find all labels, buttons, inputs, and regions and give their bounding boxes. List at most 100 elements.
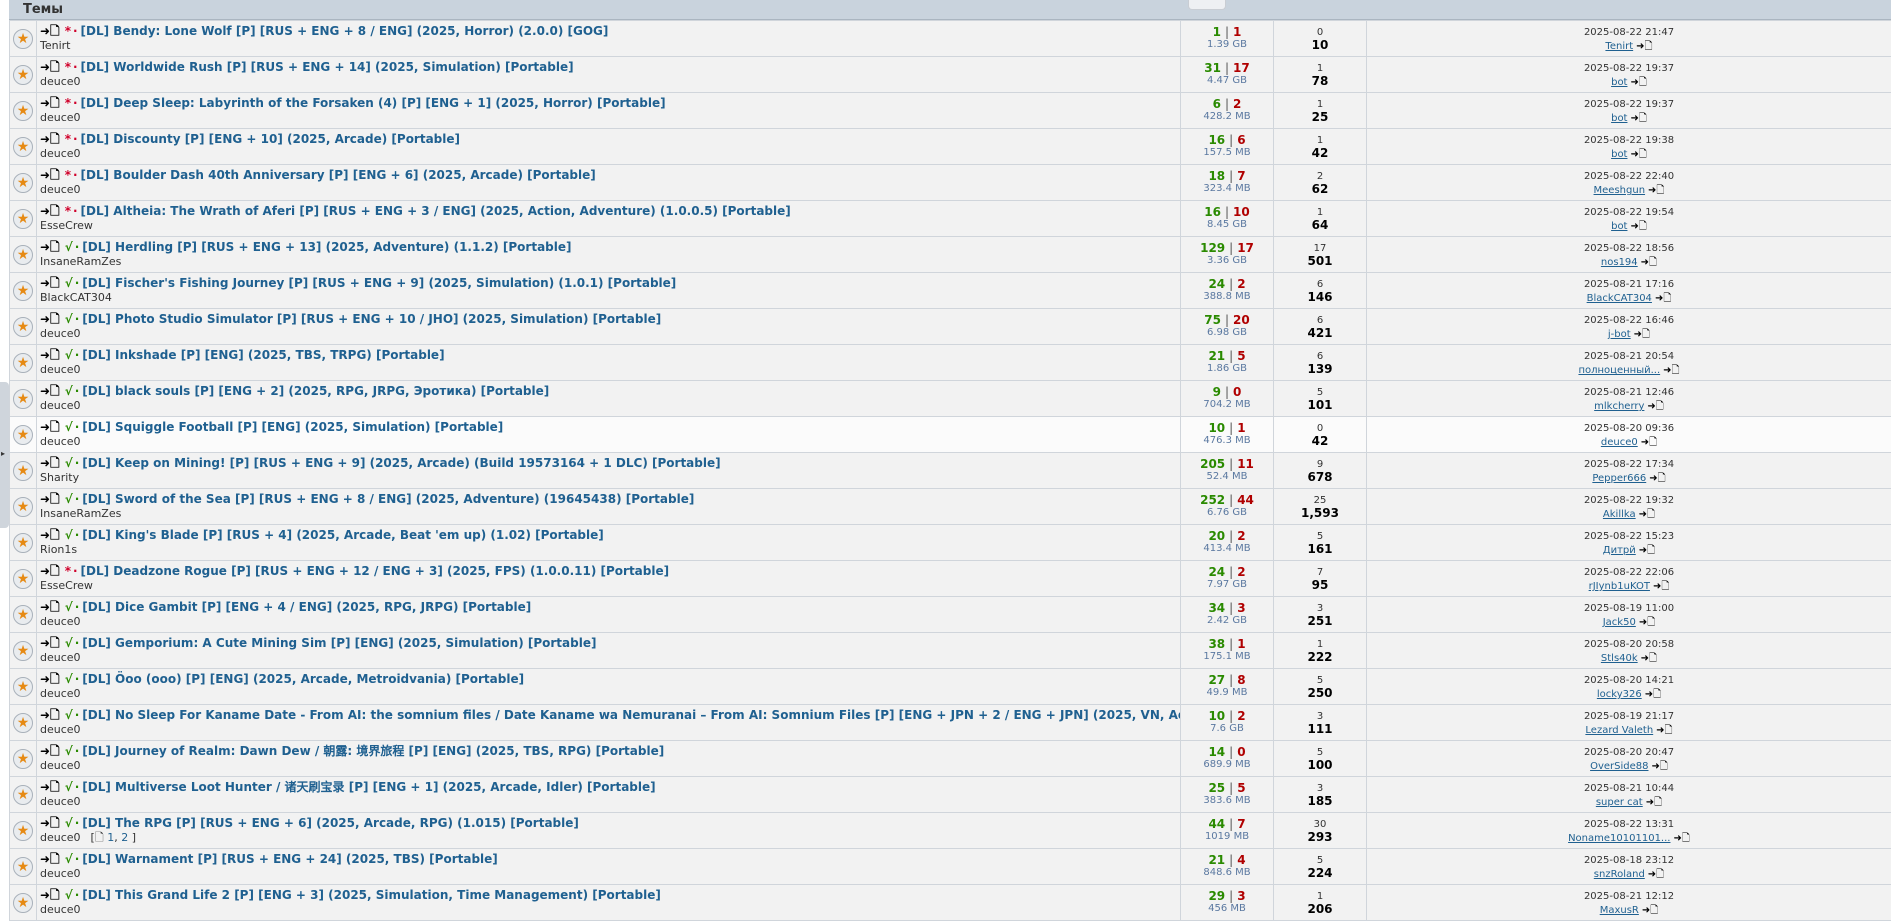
topic-title-link[interactable]: [DL] Herdling [P] [RUS + ENG + 13] (2025… — [82, 240, 571, 254]
download-arrow-icon[interactable]: ➜🗋 — [40, 168, 60, 182]
last-post-user[interactable]: nos194 — [1601, 257, 1638, 268]
download-arrow-icon[interactable]: ➜🗋 — [40, 708, 60, 722]
topic-title-link[interactable]: [DL] Öoo (ooo) [P] [ENG] (2025, Arcade, … — [82, 672, 524, 686]
download-arrow-icon[interactable]: ➜🗋 — [40, 132, 60, 146]
download-arrow-icon[interactable]: ➜🗋 — [40, 888, 60, 902]
last-post-user[interactable]: bot — [1611, 77, 1627, 88]
last-post-user[interactable]: locky326 — [1597, 689, 1642, 700]
topic-title-link[interactable]: [DL] Keep on Mining! [P] [RUS + ENG + 9]… — [82, 456, 720, 470]
download-arrow-icon[interactable]: ➜🗋 — [40, 384, 60, 398]
page-link[interactable]: 1 — [107, 831, 114, 844]
topic-author[interactable]: Sharity — [40, 471, 79, 484]
goto-last-post-icon[interactable]: ➜🗋 — [1630, 221, 1646, 232]
download-arrow-icon[interactable]: ➜🗋 — [40, 24, 60, 38]
topic-author[interactable]: deuce0 — [40, 75, 81, 88]
goto-last-post-icon[interactable]: ➜🗋 — [1641, 257, 1657, 268]
topic-row[interactable]: ★ ➜🗋*·[DL] Discounty [P] [ENG + 10] (202… — [10, 129, 1891, 165]
topic-title-link[interactable]: [DL] Multiverse Loot Hunter / 诸天刷宝录 [P] … — [82, 780, 655, 794]
topic-row[interactable]: ★ ➜🗋√·[DL] Gemporium: A Cute Mining Sim … — [10, 633, 1891, 669]
topic-title-link[interactable]: [DL] Deadzone Rogue [P] [RUS + ENG + 12 … — [81, 564, 670, 578]
topic-author[interactable]: deuce0 — [40, 867, 81, 880]
goto-last-post-icon[interactable]: ➜🗋 — [1642, 905, 1658, 916]
topic-title-link[interactable]: [DL] Warnament [P] [RUS + ENG + 24] (202… — [82, 852, 498, 866]
topic-row[interactable]: ★ ➜🗋√·[DL] No Sleep For Kaname Date - Fr… — [10, 705, 1891, 741]
topic-author[interactable]: deuce0 — [40, 615, 81, 628]
topic-title-link[interactable]: [DL] Worldwide Rush [P] [RUS + ENG + 14]… — [81, 60, 574, 74]
topic-author[interactable]: deuce0 — [40, 147, 81, 160]
topic-title-link[interactable]: [DL] Gemporium: A Cute Mining Sim [P] [E… — [82, 636, 596, 650]
topic-title-link[interactable]: [DL] Squiggle Football [P] [ENG] (2025, … — [82, 420, 503, 434]
topic-author[interactable]: deuce0 — [40, 759, 81, 772]
goto-last-post-icon[interactable]: ➜🗋 — [1630, 149, 1646, 160]
last-post-user[interactable]: j-bot — [1608, 329, 1631, 340]
topic-title-link[interactable]: [DL] black souls [P] [ENG + 2] (2025, RP… — [82, 384, 549, 398]
topic-author[interactable]: deuce0 — [40, 327, 81, 340]
download-arrow-icon[interactable]: ➜🗋 — [40, 96, 60, 110]
goto-last-post-icon[interactable]: ➜🗋 — [1651, 761, 1667, 772]
last-post-user[interactable]: MaxusR — [1600, 905, 1639, 916]
download-arrow-icon[interactable]: ➜🗋 — [40, 204, 60, 218]
topic-row[interactable]: ★ ➜🗋√·[DL] King's Blade [P] [RUS + 4] (2… — [10, 525, 1891, 561]
topic-row[interactable]: ★ ➜🗋√·[DL] Journey of Realm: Dawn Dew / … — [10, 741, 1891, 777]
goto-last-post-icon[interactable]: ➜🗋 — [1641, 437, 1657, 448]
last-post-user[interactable]: Stls40k — [1601, 653, 1638, 664]
last-post-user[interactable]: bot — [1611, 149, 1627, 160]
topic-row[interactable]: ★ ➜🗋√·[DL] Fischer's Fishing Journey [P]… — [10, 273, 1891, 309]
last-post-user[interactable]: bot — [1611, 113, 1627, 124]
collapse-tab-icon[interactable] — [1188, 0, 1226, 10]
topic-row[interactable]: ★ ➜🗋√·[DL] Dice Gambit [P] [ENG + 4 / EN… — [10, 597, 1891, 633]
last-post-user[interactable]: mlkcherry — [1594, 401, 1644, 412]
download-arrow-icon[interactable]: ➜🗋 — [40, 672, 60, 686]
download-arrow-icon[interactable]: ➜🗋 — [40, 636, 60, 650]
topic-author[interactable]: EsseCrew — [40, 219, 93, 232]
topic-row[interactable]: ★ ➜🗋√·[DL] The RPG [P] [RUS + ENG + 6] (… — [10, 813, 1891, 849]
topic-title-link[interactable]: [DL] Altheia: The Wrath of Aferi [P] [RU… — [81, 204, 791, 218]
last-post-user[interactable]: OverSide88 — [1590, 761, 1648, 772]
topic-row[interactable]: ★ ➜🗋√·[DL] Keep on Mining! [P] [RUS + EN… — [10, 453, 1891, 489]
download-arrow-icon[interactable]: ➜🗋 — [40, 780, 60, 794]
topic-row[interactable]: ★ ➜🗋√·[DL] Squiggle Football [P] [ENG] (… — [10, 417, 1891, 453]
topic-author[interactable]: Rion1s — [40, 543, 77, 556]
last-post-user[interactable]: deuce0 — [1601, 437, 1638, 448]
topic-title-link[interactable]: [DL] Fischer's Fishing Journey [P] [RUS … — [82, 276, 676, 290]
last-post-user[interactable]: Noname10101101... — [1568, 833, 1670, 844]
left-sidebar-toggle[interactable]: ▸ — [0, 0, 9, 905]
topic-title-link[interactable]: [DL] Dice Gambit [P] [ENG + 4 / ENG] (20… — [82, 600, 531, 614]
goto-last-post-icon[interactable]: ➜🗋 — [1630, 113, 1646, 124]
topic-row[interactable]: ★ ➜🗋*·[DL] Boulder Dash 40th Anniversary… — [10, 165, 1891, 201]
goto-last-post-icon[interactable]: ➜🗋 — [1656, 725, 1672, 736]
download-arrow-icon[interactable]: ➜🗋 — [40, 852, 60, 866]
topic-title-link[interactable]: [DL] Deep Sleep: Labyrinth of the Forsak… — [81, 96, 666, 110]
goto-last-post-icon[interactable]: ➜🗋 — [1634, 329, 1650, 340]
last-post-user[interactable]: Lezard Valeth — [1585, 725, 1653, 736]
topic-row[interactable]: ★ ➜🗋√·[DL] Sword of the Sea [P] [RUS + E… — [10, 489, 1891, 525]
download-arrow-icon[interactable]: ➜🗋 — [40, 420, 60, 434]
topic-row[interactable]: ★ ➜🗋√·[DL] Warnament [P] [RUS + ENG + 24… — [10, 849, 1891, 885]
goto-last-post-icon[interactable]: ➜🗋 — [1648, 869, 1664, 880]
topic-author[interactable]: InsaneRamZes — [40, 507, 121, 520]
last-post-user[interactable]: rJIynb1uKOT — [1589, 581, 1650, 592]
last-post-user[interactable]: полноценный... — [1578, 365, 1660, 376]
topic-title-link[interactable]: [DL] Discounty [P] [ENG + 10] (2025, Arc… — [81, 132, 460, 146]
last-post-user[interactable]: super cat — [1596, 797, 1643, 808]
topic-author[interactable]: deuce0 — [40, 183, 81, 196]
last-post-user[interactable]: Pepper666 — [1592, 473, 1646, 484]
goto-last-post-icon[interactable]: ➜🗋 — [1636, 41, 1652, 52]
topic-author[interactable]: deuce0 — [40, 435, 81, 448]
last-post-user[interactable]: Tenirt — [1605, 41, 1633, 52]
goto-last-post-icon[interactable]: ➜🗋 — [1639, 617, 1655, 628]
last-post-user[interactable]: bot — [1611, 221, 1627, 232]
download-arrow-icon[interactable]: ➜🗋 — [40, 492, 60, 506]
download-arrow-icon[interactable]: ➜🗋 — [40, 60, 60, 74]
goto-last-post-icon[interactable]: ➜🗋 — [1645, 689, 1661, 700]
goto-last-post-icon[interactable]: ➜🗋 — [1663, 365, 1679, 376]
topic-author[interactable]: deuce0 — [40, 723, 81, 736]
goto-last-post-icon[interactable]: ➜🗋 — [1673, 833, 1689, 844]
topic-title-link[interactable]: [DL] Photo Studio Simulator [P] [RUS + E… — [82, 312, 661, 326]
topic-title-link[interactable]: [DL] Bendy: Lone Wolf [P] [RUS + ENG + 8… — [81, 24, 609, 38]
expand-arrow-icon[interactable]: ▸ — [1, 449, 5, 458]
download-arrow-icon[interactable]: ➜🗋 — [40, 564, 60, 578]
last-post-user[interactable]: Jack50 — [1603, 617, 1636, 628]
topic-row[interactable]: ★ ➜🗋√·[DL] This Grand Life 2 [P] [ENG + … — [10, 885, 1891, 921]
download-arrow-icon[interactable]: ➜🗋 — [40, 348, 60, 362]
